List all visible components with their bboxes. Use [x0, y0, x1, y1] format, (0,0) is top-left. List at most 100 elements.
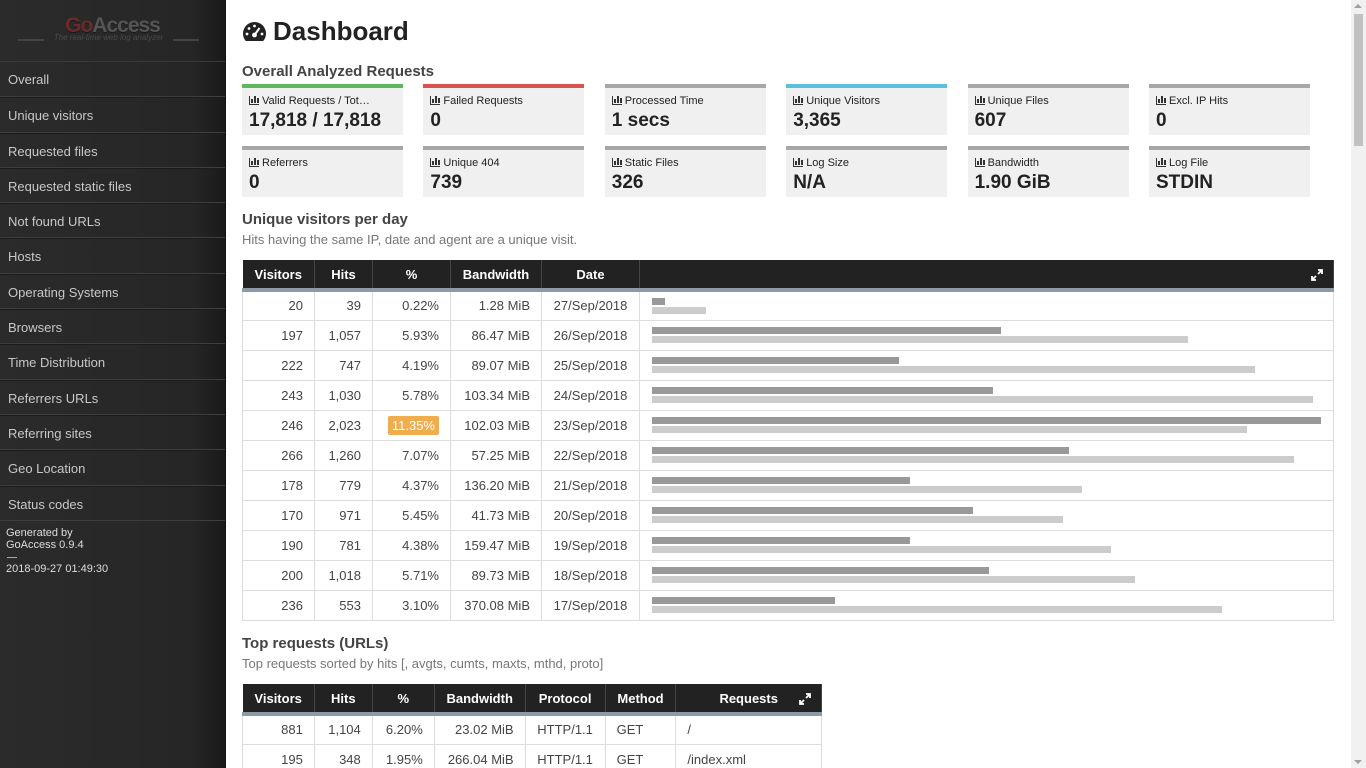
- card-label-row: Failed Requests: [430, 95, 578, 107]
- bandwidth-cell: 159.47 MiB: [450, 529, 542, 561]
- card-label: Valid Requests / Tot…: [262, 95, 370, 107]
- sidebar-item-hosts[interactable]: Hosts: [0, 238, 225, 274]
- card-value: 0: [430, 110, 441, 131]
- bar-chart-icon: [249, 96, 259, 105]
- hits-cell: 1,104: [313, 713, 373, 745]
- date-cell: 27/Sep/2018: [541, 289, 640, 321]
- column-header[interactable]: Bandwidth: [434, 684, 526, 716]
- column-header[interactable]: %: [372, 260, 451, 292]
- table-row[interactable]: 881 1,104 6.20% 23.02 MiB HTTP/1.1 GET /: [242, 713, 822, 745]
- overall-card: Log File STDIN: [1149, 146, 1310, 197]
- table-row[interactable]: 236 553 3.10% 370.08 MiB 17/Sep/2018: [242, 589, 1334, 621]
- visitors-bar: [652, 486, 1083, 493]
- visitors-cell: 222: [242, 349, 315, 381]
- card-label-row: Referrers: [249, 157, 397, 169]
- scroll-thumb[interactable]: [1354, 14, 1363, 146]
- expand-icon[interactable]: [799, 693, 811, 705]
- scroll-down-arrow-icon[interactable]: [1354, 760, 1362, 764]
- card-label-row: Log File: [1156, 157, 1304, 169]
- column-header[interactable]: Requests: [675, 684, 822, 716]
- expand-icon[interactable]: [1311, 269, 1323, 281]
- table-row[interactable]: 197 1,057 5.93% 86.47 MiB 26/Sep/2018: [242, 319, 1334, 351]
- date-cell: 23/Sep/2018: [541, 409, 640, 441]
- sidebar-item-requested-static-files[interactable]: Requested static files: [0, 167, 225, 204]
- scroll-up-arrow-icon[interactable]: [1354, 4, 1362, 8]
- bar-chart-icon: [1156, 158, 1166, 167]
- percent-cell: 4.37%: [372, 469, 451, 501]
- sidebar-item-geo-location[interactable]: Geo Location: [0, 450, 225, 486]
- goaccess-logo[interactable]: GoAccess The real-time web log analyzer: [0, 0, 225, 62]
- bar-chart-icon: [249, 158, 259, 167]
- sidebar-item-not-found-urls[interactable]: Not found URLs: [0, 203, 225, 239]
- bar-cell: [639, 499, 1334, 531]
- column-header[interactable]: Protocol: [525, 684, 606, 716]
- hits-cell: 348: [313, 743, 373, 768]
- overall-card: Failed Requests 0: [423, 84, 585, 135]
- visitors-bar: [652, 546, 1111, 553]
- card-value: 1.90 GiB: [974, 172, 1051, 193]
- hits-bar: [652, 327, 1002, 334]
- table-row[interactable]: 243 1,030 5.78% 103.34 MiB 24/Sep/2018: [242, 379, 1334, 411]
- bar-cell: [639, 289, 1334, 321]
- hits-bar: [652, 447, 1069, 454]
- table-row[interactable]: 222 747 4.19% 89.07 MiB 25/Sep/2018: [242, 349, 1334, 381]
- request-cell[interactable]: /: [675, 713, 822, 745]
- table-row[interactable]: 246 2,023 11.35% 102.03 MiB 23/Sep/2018: [242, 409, 1334, 441]
- visitors-bar: [652, 426, 1247, 433]
- visitors-cell: 190: [242, 529, 315, 561]
- sidebar-item-status-codes[interactable]: Status codes: [0, 485, 225, 521]
- hits-bar: [652, 387, 993, 394]
- requests-title: Top requests (URLs): [242, 635, 389, 652]
- sidebar-item-unique-visitors[interactable]: Unique visitors: [0, 97, 225, 133]
- card-label: Failed Requests: [443, 95, 523, 107]
- sidebar-item-overall[interactable]: Overall: [0, 62, 225, 98]
- percent-value: 0.22%: [402, 298, 439, 314]
- bandwidth-cell: 89.73 MiB: [450, 559, 542, 591]
- table-row[interactable]: 266 1,260 7.07% 57.25 MiB 22/Sep/2018: [242, 439, 1334, 471]
- sidebar-item-operating-systems[interactable]: Operating Systems: [0, 273, 225, 310]
- sidebar-item-referring-sites[interactable]: Referring sites: [0, 414, 225, 451]
- sidebar-item-browsers[interactable]: Browsers: [0, 309, 225, 345]
- column-header-label: Hits: [331, 690, 356, 706]
- page-title: Dashboard: [242, 16, 409, 50]
- sidebar-item-time-distribution[interactable]: Time Distribution: [0, 344, 225, 380]
- column-header[interactable]: Hits: [314, 684, 373, 716]
- bar-chart-icon: [793, 158, 804, 167]
- percent-value: 5.93%: [402, 327, 439, 343]
- overall-card: Referrers 0: [242, 146, 403, 197]
- vertical-scrollbar[interactable]: [1351, 0, 1366, 768]
- table-row[interactable]: 195 348 1.95% 266.04 MiB HTTP/1.1 GET/index.x…: [242, 743, 822, 768]
- column-header[interactable]: Visitors: [242, 260, 315, 292]
- card-value: STDIN: [1156, 172, 1213, 193]
- percent-value: 5.45%: [402, 507, 439, 523]
- bandwidth-cell: 136.20 MiB: [450, 469, 542, 501]
- table-row[interactable]: 20 39 0.22% 1.28 MiB 27/Sep/2018: [242, 289, 1334, 321]
- card-label-row: Log Size: [793, 157, 941, 169]
- request-cell[interactable]: /index.xml: [675, 743, 822, 768]
- bandwidth-cell: 103.34 MiB: [450, 379, 542, 411]
- card-value: 3,365: [793, 110, 841, 131]
- column-header[interactable]: Date: [541, 260, 640, 292]
- column-header[interactable]: Bandwidth: [450, 260, 542, 292]
- column-header[interactable]: %: [372, 684, 435, 716]
- tachometer-icon: [242, 19, 267, 50]
- sidebar-item-referrers-urls[interactable]: Referrers URLs: [0, 379, 225, 415]
- date-cell: 21/Sep/2018: [541, 469, 640, 501]
- visitors-cell: 243: [242, 379, 315, 411]
- hits-cell: 39: [314, 289, 373, 321]
- sidebar-item-requested-files[interactable]: Requested files: [0, 132, 225, 168]
- bandwidth-cell: 1.28 MiB: [450, 289, 542, 321]
- table-row[interactable]: 170 971 5.45% 41.73 MiB 20/Sep/2018: [242, 499, 1334, 531]
- table-row[interactable]: 190 781 4.38% 159.47 MiB 19/Sep/2018: [242, 529, 1334, 561]
- bar-cell: [639, 529, 1334, 561]
- visitors-cell: 200: [242, 559, 315, 591]
- table-row[interactable]: 178 779 4.37% 136.20 MiB 21/Sep/2018: [242, 469, 1334, 501]
- bar-cell: [639, 319, 1334, 351]
- sidebar-nav: Overall Unique visitors Requested files Req…: [0, 62, 225, 521]
- column-header[interactable]: Visitors: [242, 684, 315, 716]
- column-header[interactable]: Method: [605, 684, 677, 716]
- column-header[interactable]: Hits: [314, 260, 373, 292]
- hits-bar: [652, 477, 910, 484]
- table-row[interactable]: 200 1,018 5.71% 89.73 MiB 18/Sep/2018: [242, 559, 1334, 591]
- card-label: Unique 404: [443, 157, 500, 169]
